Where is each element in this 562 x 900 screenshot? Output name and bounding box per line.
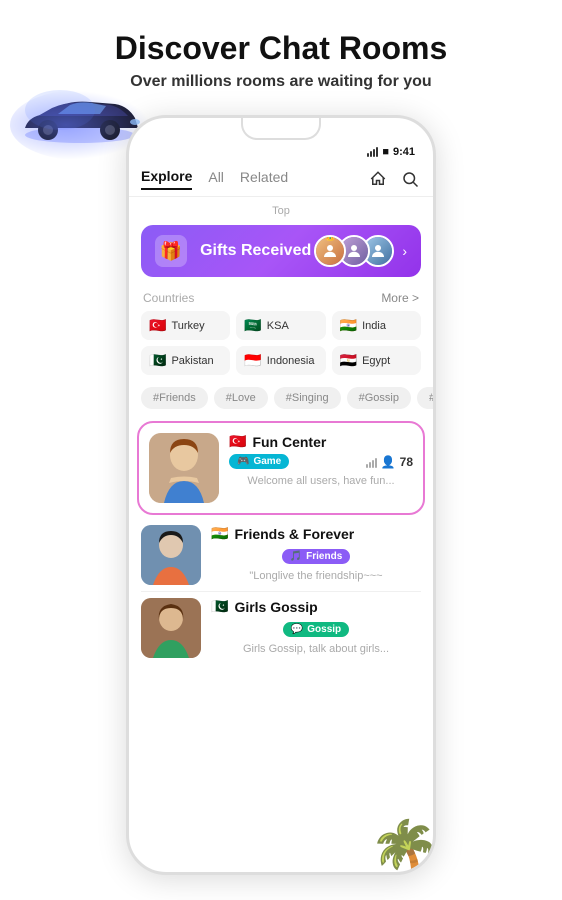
flag-turkey: 🇹🇷 [149,317,166,334]
flag-ksa: 🇸🇦 [244,317,261,334]
flag-indonesia: 🇮🇩 [244,352,261,369]
room-desc-gossip: Girls Gossip, talk about girls... [211,643,421,655]
battery-text: ■ [382,146,389,158]
room-desc-friends: "Longlive the friendship~~~ [211,570,421,582]
country-egypt[interactable]: 🇪🇬 Egypt [332,346,421,375]
countries-label: Countries [143,291,194,305]
country-name-india: India [362,320,386,332]
tab-explore[interactable]: Explore [141,168,192,190]
friends-tag-icon: 🎵 [290,551,302,562]
room-name-row-fun-center: 🇹🇷 Fun Center [229,433,413,450]
room-thumbnail-friends [141,525,201,585]
room-desc-fun-center: Welcome all users, have fun... [229,475,413,487]
top-section: Discover Chat Rooms Over millions rooms … [0,0,562,115]
room-name-row-gossip: 🇵🇰 Girls Gossip [211,598,421,615]
room-item-fun-center[interactable]: 🇹🇷 Fun Center 🎮 Game [137,421,425,515]
tab-all[interactable]: All [208,169,224,189]
status-bar: ■ 9:41 [129,140,433,162]
room-item-girls-gossip[interactable]: 🇵🇰 Girls Gossip 💬 Gossip Girls Gossip, t… [129,592,433,664]
room-count-fun-center: 78 [400,455,413,469]
person-silhouette-3 [141,598,201,658]
nav-icons [367,168,421,190]
country-pakistan[interactable]: 🇵🇰 Pakistan [141,346,230,375]
signal-bars-icon [366,456,377,468]
time-display: 9:41 [393,146,415,158]
tab-related[interactable]: Related [240,169,288,189]
gifts-chevron: › [402,243,407,259]
room-name-gossip: Girls Gossip [234,599,317,615]
top-label: Top [129,197,433,221]
room-stats-fun-center: 👤 78 [366,455,413,469]
room-info-gossip: 🇵🇰 Girls Gossip 💬 Gossip Girls Gossip, t… [211,598,421,655]
gift-icon: 🎁 [155,235,187,267]
country-indonesia[interactable]: 🇮🇩 Indonesia [236,346,325,375]
more-link[interactable]: More > [381,291,419,305]
country-name-turkey: Turkey [171,320,204,332]
country-name-ksa: KSA [267,320,289,332]
flag-pakistan: 🇵🇰 [149,352,166,369]
phone-notch [241,118,321,140]
search-icon[interactable] [399,168,421,190]
country-name-egypt: Egypt [362,355,390,367]
country-name-indonesia: Indonesia [267,355,315,367]
room-thumbnail-fun-center [149,433,219,503]
room-thumbnail-gossip [141,598,201,658]
room-tag-friends: 🎵 Friends [282,549,351,564]
phone-frame: ■ 9:41 Explore All Related [126,115,436,875]
room-item-friends-forever[interactable]: 🇮🇳 Friends & Forever 🎵 Friends "Longlive… [129,519,433,591]
country-turkey[interactable]: 🇹🇷 Turkey [141,311,230,340]
country-name-pakistan: Pakistan [171,355,213,367]
room-name-row-friends: 🇮🇳 Friends & Forever [211,525,421,542]
avatar-1: 👑 [314,235,346,267]
room-tag-fun-center: 🎮 Game [229,454,289,469]
tag-gossip[interactable]: #Gossip [347,387,411,409]
room-info-friends: 🇮🇳 Friends & Forever 🎵 Friends "Longlive… [211,525,421,582]
gifts-avatars: 👑 [314,235,394,267]
gossip-tag-icon: 💬 [291,624,303,635]
phone-mockup: ■ 9:41 Explore All Related [126,115,436,875]
flag-egypt: 🇪🇬 [340,352,357,369]
flag-india: 🇮🇳 [340,317,357,334]
room-name-friends: Friends & Forever [234,526,354,542]
gifts-banner[interactable]: 🎁 Gifts Received 👑 [141,225,421,277]
person-silhouette-2 [141,525,201,585]
room-flag-fun-center: 🇹🇷 [229,433,246,450]
person-icon: 👤 [381,455,396,469]
tag-singing[interactable]: #Singing [274,387,341,409]
country-ksa[interactable]: 🇸🇦 KSA [236,311,325,340]
room-name-fun-center: Fun Center [252,434,326,450]
person-silhouette-1 [149,433,219,503]
crown-icon: 👑 [325,235,336,242]
room-flag-friends: 🇮🇳 [211,525,228,542]
room-info-fun-center: 🇹🇷 Fun Center 🎮 Game [229,433,413,487]
countries-header: Countries More > [129,281,433,311]
tags-row: #Friends #Love #Singing #Gossip #DJ #Gar [129,383,433,417]
tag-love[interactable]: #Love [214,387,268,409]
tag-friends[interactable]: #Friends [141,387,208,409]
home-icon[interactable] [367,168,389,190]
room-flag-gossip: 🇵🇰 [211,598,228,615]
game-tag-icon: 🎮 [237,456,249,467]
signal-icon [367,147,378,157]
gifts-label: Gifts Received [197,242,314,260]
room-tag-gossip: 💬 Gossip [283,622,349,637]
palm-decoration: 🌴 [368,816,436,875]
subtitle: Over millions rooms are waiting for you [20,73,542,91]
countries-grid: 🇹🇷 Turkey 🇸🇦 KSA 🇮🇳 India 🇵🇰 Pakistan 🇮 [129,311,433,383]
country-india[interactable]: 🇮🇳 India [332,311,421,340]
main-title: Discover Chat Rooms [20,30,542,67]
nav-tabs: Explore All Related [129,162,433,197]
tag-dj[interactable]: #DJ [417,387,433,409]
